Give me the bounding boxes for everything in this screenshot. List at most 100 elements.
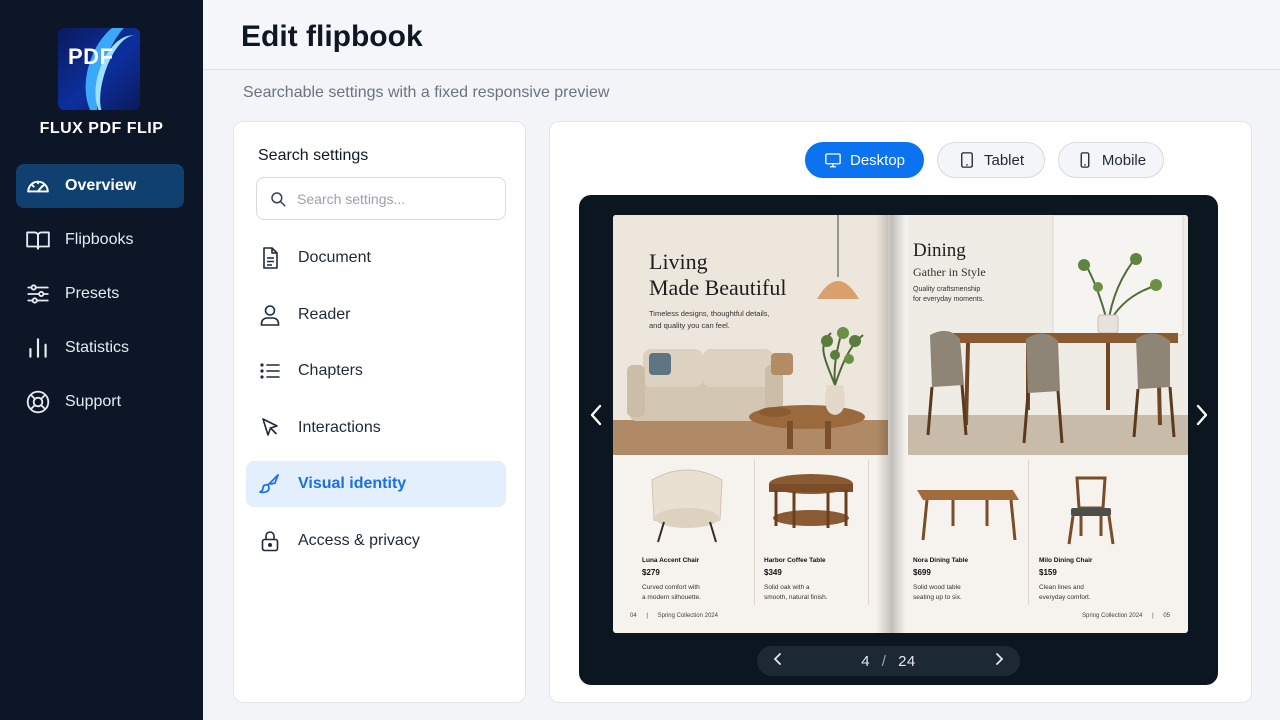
sidebar-item-statistics[interactable]: Statistics	[16, 326, 184, 370]
product-description: Solid wood table seating up to six.	[913, 583, 1003, 603]
right-page: Dining Gather in Style Quality craftsmen…	[888, 215, 1188, 633]
sidebar: PDF FLUX PDF FLIP Overview Flipbooks Pre…	[0, 0, 203, 720]
bar-chart-icon	[29, 338, 47, 358]
settings-item-interactions[interactable]: Interactions	[246, 405, 506, 451]
settings-item-reader[interactable]: Reader	[246, 292, 506, 338]
product-name: Nora Dining Table	[913, 557, 969, 564]
page-footer: 04 | Spring Collection 2024	[630, 613, 718, 619]
page-number: 04	[630, 613, 637, 619]
next-page-arrow[interactable]	[1189, 395, 1215, 435]
left-description: Timeless designs, thoughtful details, an…	[649, 308, 789, 332]
description-line: Timeless designs, thoughtful details,	[649, 309, 770, 318]
search-input[interactable]	[297, 190, 487, 207]
headline-line: Living	[649, 249, 708, 274]
brush-icon	[259, 474, 279, 494]
page-footer: Spring Collection 2024 | 05	[1082, 613, 1170, 619]
lock-icon	[261, 530, 279, 551]
prev-page-arrow[interactable]	[583, 395, 609, 435]
preview-panel: Desktop Tablet Mobile Living Made Beauti…	[549, 121, 1252, 703]
sidebar-nav: Overview Flipbooks Presets Statistics Su…	[16, 164, 184, 434]
settings-panel: Search settings Document Reader Chapters…	[233, 121, 526, 703]
settings-item-chapters[interactable]: Chapters	[246, 348, 506, 394]
chevron-right-icon	[996, 653, 1004, 665]
flipbook-spread[interactable]: Living Made Beautiful Timeless designs, …	[613, 215, 1188, 633]
settings-item-visual-identity[interactable]: Visual identity	[246, 461, 506, 507]
page-separator: /	[881, 652, 887, 670]
description-line: smooth, natural finish.	[764, 594, 828, 601]
dining-table-image	[917, 490, 1019, 541]
settings-item-label: Reader	[298, 305, 351, 323]
list-icon	[260, 363, 280, 379]
chevron-left-icon	[773, 653, 781, 665]
description-line: Solid wood table	[913, 584, 961, 591]
cursor-icon	[262, 417, 278, 436]
product-description: Clean lines and everyday comfort.	[1039, 583, 1129, 603]
book-open-icon	[26, 231, 50, 250]
mobile-icon	[1080, 152, 1090, 168]
settings-item-label: Access & privacy	[298, 531, 420, 549]
description-line: seating up to six.	[913, 594, 962, 601]
product-card: Nora Dining Table $699 Solid wood table …	[913, 460, 1023, 610]
description-line: and quality you can feel.	[649, 321, 730, 330]
gauge-icon	[27, 180, 49, 193]
settings-item-access-privacy[interactable]: Access & privacy	[246, 518, 506, 564]
product-description: Solid oak with a smooth, natural finish.	[764, 583, 854, 603]
description-line: Curved comfort with	[642, 584, 700, 591]
product-divider	[754, 460, 755, 605]
description-line: Solid oak with a	[764, 584, 810, 591]
device-desktop-button[interactable]: Desktop	[805, 142, 924, 178]
description-line: Quality craftsmenship	[913, 286, 981, 293]
product-description: Curved comfort with a modern silhouette.	[642, 583, 732, 603]
pager-next-button[interactable]	[994, 652, 1004, 670]
settings-title: Search settings	[258, 147, 369, 164]
description-line: a modern silhouette.	[642, 594, 701, 601]
device-mobile-button[interactable]: Mobile	[1058, 142, 1164, 178]
left-page: Living Made Beautiful Timeless designs, …	[613, 215, 888, 633]
tablet-icon	[961, 152, 973, 168]
current-page: 4	[861, 652, 871, 670]
page-pager: 4 / 24	[757, 646, 1020, 676]
sidebar-item-label: Flipbooks	[65, 231, 134, 248]
sidebar-item-presets[interactable]: Presets	[16, 272, 184, 316]
product-card: Luna Accent Chair $279 Curved comfort wi…	[642, 460, 747, 610]
search-box[interactable]	[256, 177, 506, 220]
settings-item-document[interactable]: Document	[246, 235, 506, 281]
settings-item-label: Interactions	[298, 418, 381, 436]
search-icon	[271, 191, 286, 206]
device-label: Tablet	[983, 151, 1025, 169]
page-subtitle: Searchable settings with a fixed respons…	[243, 84, 610, 101]
page-counter: 4 / 24	[861, 653, 916, 670]
product-divider	[1028, 460, 1029, 605]
chevron-left-icon	[590, 404, 602, 426]
app-logo[interactable]: PDF	[58, 28, 140, 110]
sidebar-item-flipbooks[interactable]: Flipbooks	[16, 218, 184, 262]
pager-prev-button[interactable]	[773, 652, 783, 670]
sliders-icon	[27, 284, 49, 304]
header: Edit flipbook	[203, 0, 1280, 70]
chevron-right-icon	[1196, 404, 1208, 426]
settings-item-label: Document	[298, 249, 371, 266]
sidebar-item-overview[interactable]: Overview	[16, 164, 184, 208]
sidebar-item-support[interactable]: Support	[16, 380, 184, 424]
book-spine	[876, 215, 906, 633]
settings-item-label: Chapters	[298, 362, 363, 379]
user-icon	[260, 304, 280, 326]
right-description: Quality craftsmenship for everyday momen…	[913, 285, 1013, 305]
device-tablet-button[interactable]: Tablet	[937, 142, 1045, 178]
headline-line: Made Beautiful	[649, 275, 787, 300]
right-headline: Dining	[913, 240, 966, 261]
device-label: Desktop	[849, 151, 906, 169]
product-price: $159	[1039, 568, 1057, 577]
document-icon	[263, 247, 278, 269]
description-line: everyday comfort.	[1039, 594, 1091, 601]
product-card: Milo Dining Chair $159 Clean lines and e…	[1039, 460, 1149, 610]
total-pages: 24	[898, 652, 916, 670]
footer-text: Spring Collection 2024	[1082, 613, 1143, 619]
logo-text: PDF	[68, 44, 114, 69]
right-subheadline: Gather in Style	[913, 265, 986, 279]
left-headline: Living Made Beautiful	[649, 249, 786, 301]
page-title: Edit flipbook	[241, 20, 423, 53]
lifebuoy-icon	[26, 390, 50, 414]
product-name: Harbor Coffee Table	[764, 557, 826, 564]
monitor-icon	[825, 153, 841, 168]
